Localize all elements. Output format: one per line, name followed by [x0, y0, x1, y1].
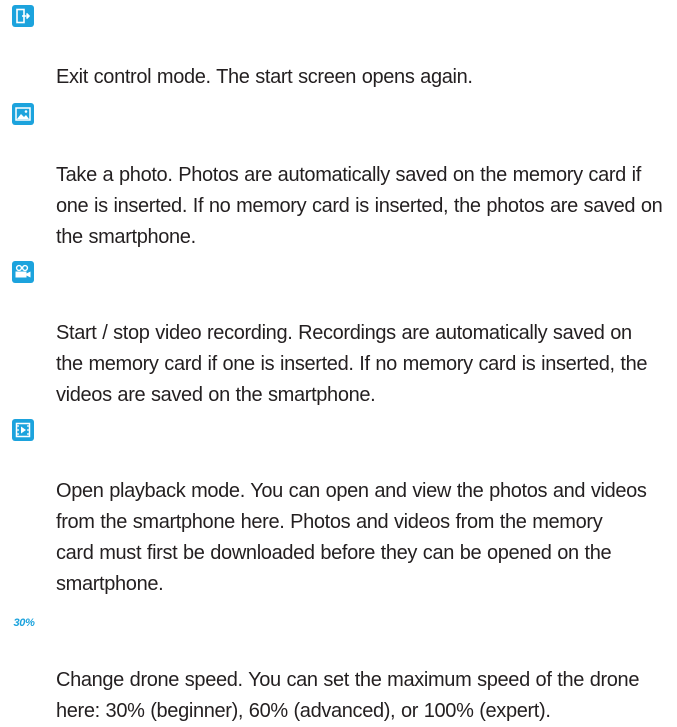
list-item-speed: 30% Change drone speed. You can set the … — [0, 603, 677, 727]
exit-icon — [12, 5, 34, 27]
photo-icon — [12, 103, 34, 125]
video-camera-icon — [12, 261, 34, 283]
speed-icon: 30% — [13, 616, 35, 629]
list-item-photo: Take a photo. Photos are automatically s… — [0, 98, 677, 253]
list-item-playback: Open playback mode. You can open and vie… — [0, 414, 677, 600]
icon-description-list: Exit control mode. The start screen open… — [0, 0, 677, 727]
playback-description: Open playback mode. You can open and vie… — [56, 480, 647, 595]
list-item-video: Start / stop video recording. Recordings… — [0, 256, 677, 411]
speed-description: Change drone speed. You can set the maxi… — [56, 669, 640, 722]
list-item-exit: Exit control mode. The start screen open… — [0, 0, 677, 93]
exit-description: Exit control mode. The start screen open… — [56, 66, 473, 88]
video-description: Start / stop video recording. Recordings… — [56, 322, 648, 406]
playback-icon — [12, 419, 34, 441]
photo-description: Take a photo. Photos are automatically s… — [56, 164, 663, 248]
